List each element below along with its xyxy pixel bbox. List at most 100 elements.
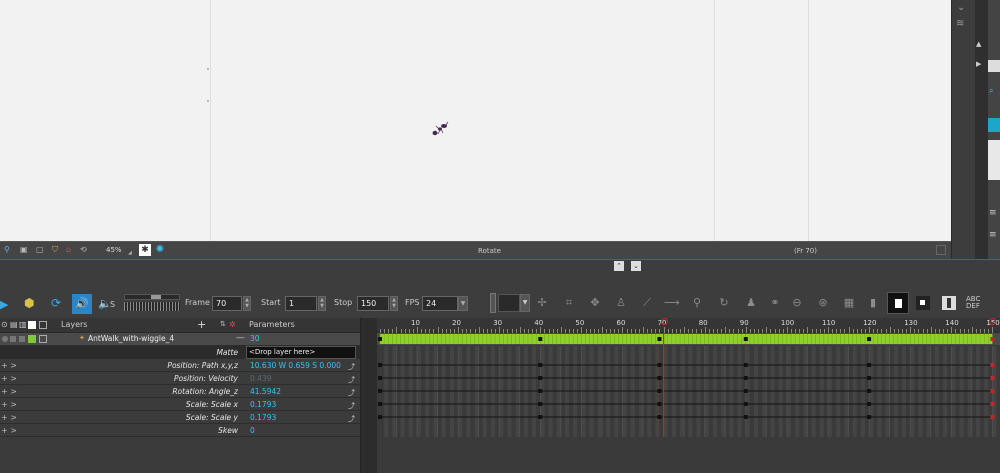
- translate-icon[interactable]: ✥: [588, 296, 602, 310]
- play-icon[interactable]: ▶: [0, 298, 12, 311]
- ant-character[interactable]: [431, 121, 449, 137]
- curve-editor-icon[interactable]: ⤴: [348, 414, 355, 423]
- handle[interactable]: [490, 293, 496, 313]
- lock-icon-header[interactable]: ▥: [19, 320, 27, 329]
- filter-icon[interactable]: ✲: [229, 320, 236, 329]
- smart-bone-icon[interactable]: ⚲: [690, 296, 704, 310]
- param-row-matte[interactable]: Matte <Drop layer here>: [0, 346, 360, 359]
- param-value[interactable]: 41.5942: [250, 385, 281, 398]
- panel-splitter[interactable]: [360, 318, 377, 473]
- menu-icon-2[interactable]: ≡: [989, 230, 999, 240]
- interpolation-select[interactable]: [498, 294, 520, 312]
- frame-stepper[interactable]: ▲ ▼: [243, 296, 251, 311]
- layer-select-box[interactable]: [39, 335, 47, 343]
- arrow-up-icon[interactable]: ▲: [976, 40, 987, 50]
- text-tool-icon[interactable]: ABC DEF: [966, 296, 982, 310]
- curve-icon[interactable]: ⟋: [640, 296, 654, 310]
- select-points-icon[interactable]: ⌗: [562, 296, 576, 310]
- collapse-icon[interactable]: —: [236, 333, 245, 343]
- param-row-rotation[interactable]: + > Rotation: Angle_z 41.5942 ⤴: [0, 385, 360, 398]
- white-key-icon[interactable]: [942, 296, 956, 310]
- layer-value[interactable]: 30: [250, 334, 260, 343]
- frame-icon[interactable]: ▣: [20, 245, 28, 254]
- param-value[interactable]: 0: [250, 424, 255, 437]
- curve-editor-icon[interactable]: ⤴: [348, 388, 355, 397]
- sound-on-icon[interactable]: 🔊: [72, 294, 92, 314]
- fps-dropdown-icon[interactable]: ▼: [458, 296, 468, 311]
- interpolation-dropdown-icon[interactable]: ▼: [520, 294, 530, 312]
- collapse-icon[interactable]: ⌄: [957, 2, 971, 13]
- layer-color-swatch[interactable]: [28, 335, 36, 343]
- arrow-icon[interactable]: ⟶: [664, 296, 680, 310]
- stop-stepper[interactable]: ▲ ▼: [390, 296, 398, 311]
- visibility-icon[interactable]: ⊙: [1, 320, 8, 329]
- panel-swatch-white[interactable]: [988, 60, 1000, 72]
- lock-toggle[interactable]: [19, 336, 25, 342]
- param-row-scale-x[interactable]: + > Scale: Scale x 0.1793 ⤴: [0, 398, 360, 411]
- param-value[interactable]: 0.1793: [250, 411, 276, 424]
- zoom-level[interactable]: 45%: [106, 246, 122, 254]
- render-toggle[interactable]: [10, 336, 16, 342]
- bone-tool-icon[interactable]: ✢: [535, 296, 549, 310]
- volume-slider[interactable]: [124, 294, 180, 300]
- link-icon[interactable]: ⚭: [768, 296, 782, 310]
- stage-canvas[interactable]: [0, 0, 951, 241]
- render-toggle-icon[interactable]: ▤: [10, 320, 18, 329]
- visibility-toggle[interactable]: [2, 336, 8, 342]
- param-value[interactable]: 0.1793: [250, 398, 276, 411]
- output-icon[interactable]: ▢: [36, 245, 44, 254]
- camera-icon[interactable]: ⚲: [4, 245, 10, 254]
- lock-icon[interactable]: ⛉: [52, 245, 58, 255]
- layer-row[interactable]: ✦ AntWalk_with-wiggle_4 — 30: [0, 333, 360, 346]
- sort-icon[interactable]: ⇅: [220, 320, 226, 328]
- curve-editor-icon[interactable]: ⤴: [348, 401, 355, 410]
- param-row-skew[interactable]: + > Skew 0: [0, 424, 360, 437]
- keyframe-mode-button[interactable]: [887, 292, 909, 314]
- param-row-position-path[interactable]: + > Position: Path x,y,z 10.630 W 0.659 …: [0, 359, 360, 372]
- stop-input[interactable]: 150: [357, 296, 389, 311]
- layer-name[interactable]: AntWalk_with-wiggle_4: [88, 334, 174, 343]
- matte-drop-field[interactable]: <Drop layer here>: [246, 346, 356, 359]
- start-stepper[interactable]: ▲ ▼: [318, 296, 326, 311]
- panel-swatch-cyan[interactable]: [988, 118, 1000, 132]
- gear-icon[interactable]: ✱: [139, 244, 151, 256]
- zoom-dropdown-icon[interactable]: ◢: [128, 250, 132, 256]
- arrow-right-icon[interactable]: ▶: [976, 60, 987, 70]
- timeline-graphic[interactable]: [377, 333, 1000, 473]
- render-icon[interactable]: ⬢: [24, 296, 40, 312]
- param-row-scale-y[interactable]: + > Scale: Scale y 0.1793 ⤴: [0, 411, 360, 424]
- reset-icon[interactable]: ⊖: [790, 296, 804, 310]
- walk-icon[interactable]: ♟: [744, 296, 758, 310]
- color-icon[interactable]: [28, 321, 36, 329]
- param-row-velocity[interactable]: + > Position: Velocity 0.439 ⤴: [0, 372, 360, 385]
- target-icon[interactable]: ⊛: [816, 296, 830, 310]
- playhead-marker[interactable]: [660, 318, 668, 325]
- timeline-ruler[interactable]: 10 20 30 40 50 60 70 80 90 100 110 120 130 140 150: [377, 318, 1000, 333]
- search-icon[interactable]: ⌕: [989, 86, 999, 96]
- param-value[interactable]: 10.630 W 0.659 S 0.000: [250, 359, 341, 372]
- add-layer-icon[interactable]: +: [197, 318, 206, 331]
- collapse-up-icon[interactable]: ⌃: [614, 261, 624, 271]
- start-input[interactable]: 1: [285, 296, 317, 311]
- rotate-icon[interactable]: ↻: [717, 296, 731, 310]
- settings-icon[interactable]: ✺: [154, 244, 166, 256]
- curve-editor-icon[interactable]: ⤴: [348, 362, 355, 371]
- expand-down-icon[interactable]: ⌄: [631, 261, 641, 271]
- key-square-icon[interactable]: [916, 296, 930, 310]
- frame-input[interactable]: 70: [212, 296, 242, 311]
- fps-select[interactable]: 24: [422, 296, 458, 311]
- curve-editor-icon[interactable]: ⤴: [348, 375, 355, 384]
- select-all-icon[interactable]: [39, 321, 47, 329]
- onion-icon[interactable]: ⌂: [66, 245, 71, 254]
- panel-divider[interactable]: ⌃ ⌄: [0, 259, 1000, 272]
- param-value[interactable]: 0.439: [250, 372, 271, 385]
- loop-icon[interactable]: ⟳: [51, 296, 67, 312]
- character-icon[interactable]: ♙: [614, 296, 628, 310]
- sync-icon[interactable]: ⟲: [80, 245, 87, 254]
- menu-icon[interactable]: ≡: [989, 208, 999, 218]
- grid-icon[interactable]: ▦: [842, 296, 856, 310]
- checkbox[interactable]: [936, 245, 946, 255]
- timeline-tracks[interactable]: [377, 333, 1000, 473]
- jog-wheel[interactable]: [124, 302, 180, 311]
- bars-icon[interactable]: ▮: [866, 296, 880, 310]
